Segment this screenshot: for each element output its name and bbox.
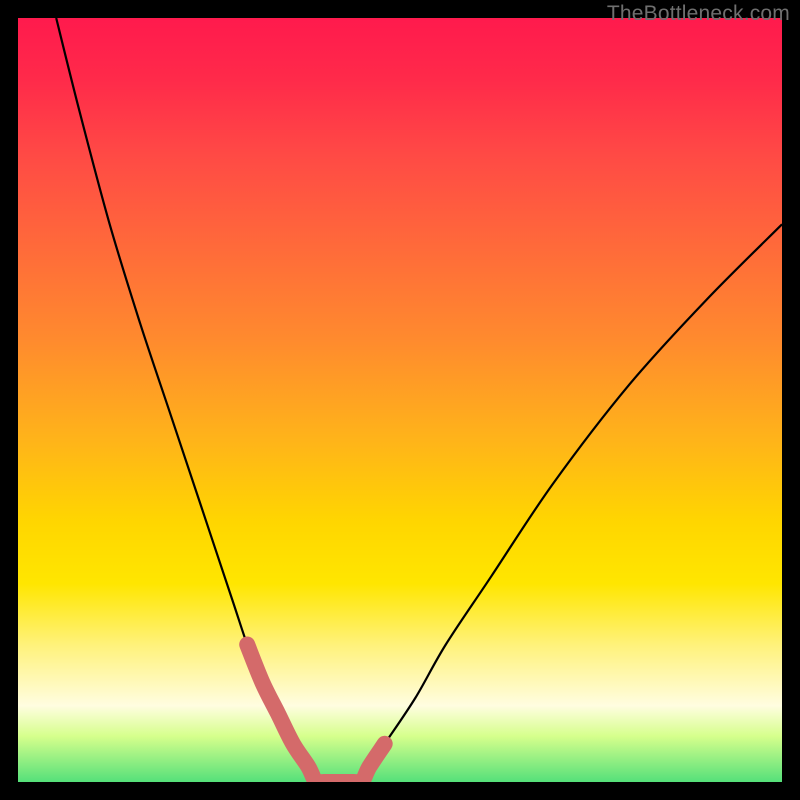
curves-layer [18,18,782,782]
left-curve [56,18,316,782]
plot-area [18,18,782,782]
watermark-text: TheBottleneck.com [607,2,790,26]
curve-group [56,18,782,782]
right-curve [362,224,782,782]
bottom-highlight [247,645,385,783]
chart-frame [18,18,782,782]
